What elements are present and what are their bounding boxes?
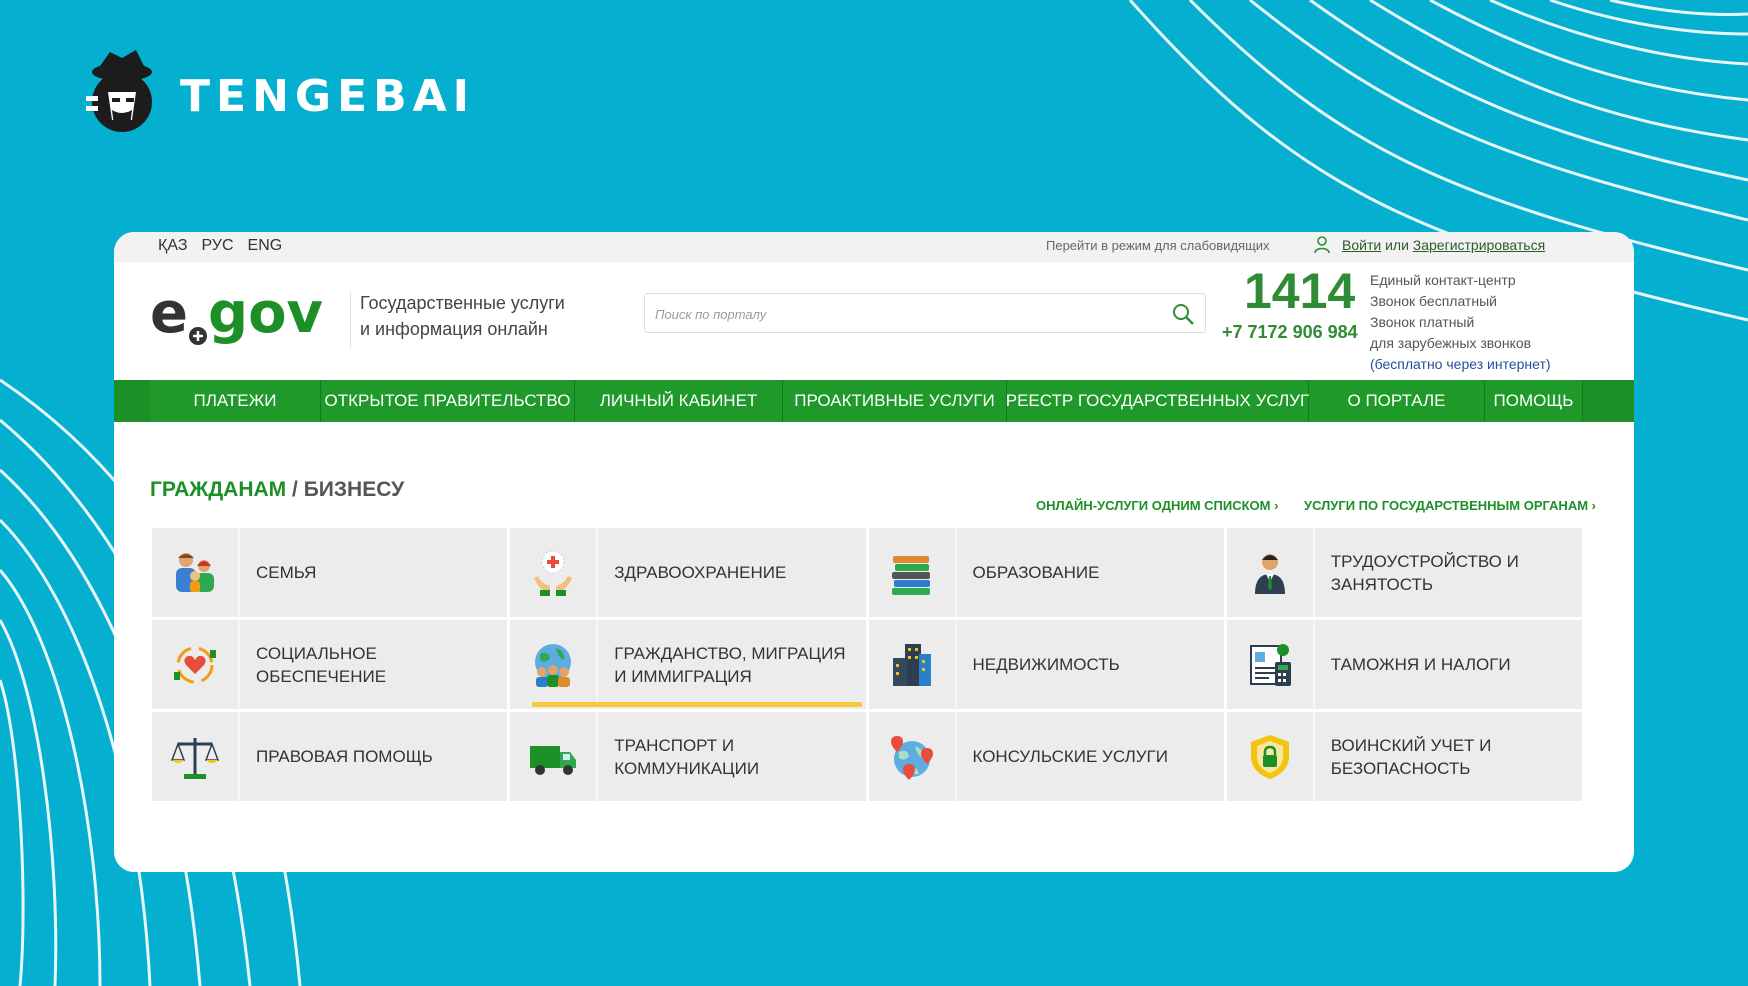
category-label: НЕДВИЖИМОСТЬ [972,655,1120,674]
healthcare-icon [534,550,573,596]
svg-text:gov: gov [208,281,323,346]
section-title: ГРАЖДАНАМ / БИЗНЕСУ [150,478,404,502]
category-citizenship-migration[interactable]: ГРАЖДАНСТВО, МИГРАЦИЯ И ИММИГРАЦИЯ [510,620,866,709]
nav-payments[interactable]: ПЛАТЕЖИ [150,380,321,422]
free-call-link[interactable]: (бесплатно через интернет) [1370,354,1551,375]
search-input[interactable] [655,302,1155,326]
scales-icon [170,737,220,779]
tengebai-brand: TENGEBAI [82,46,475,146]
tagline-line1: Государственные услуги [360,293,565,313]
truck-icon [530,745,577,775]
category-customs-taxes[interactable]: ТАМОЖНЯ И НАЛОГИ [1226,620,1582,709]
search-box [644,293,1206,333]
category-label: ТРУДОУСТРОЙСТВО И ЗАНЯТОСТЬ [1330,551,1519,594]
lang-kz[interactable]: ҚАЗ [158,237,187,255]
egov-logo[interactable]: e gov [150,280,350,350]
category-label: КОНСУЛЬСКИЕ УСЛУГИ [972,747,1168,766]
category-employment[interactable]: ТРУДОУСТРОЙСТВО И ЗАНЯТОСТЬ [1226,528,1582,617]
site-tagline: Государственные услуги и информация онла… [360,290,600,342]
svg-text:e: e [150,281,188,346]
egov-site-card: ҚАЗ РУС ENG Перейти в режим для слабовид… [114,232,1634,872]
category-label: СЕМЬЯ [256,563,317,582]
all-services-link[interactable]: ОНЛАЙН-УСЛУГИ ОДНИМ СПИСКОМ › [1036,498,1278,513]
tagline-line2: и информация онлайн [360,319,548,339]
top-utility-bar: ҚАЗ РУС ENG Перейти в режим для слабовид… [114,232,1634,262]
register-link[interactable]: Зарегистрироваться [1413,237,1545,253]
category-label: ТАМОЖНЯ И НАЛОГИ [1330,655,1511,674]
logo-divider [350,292,351,348]
category-label: ТРАНСПОРТ И КОММУНИКАЦИИ [614,735,760,778]
nav-open-government[interactable]: ОТКРЫТОЕ ПРАВИТЕЛЬСТВО [321,380,575,422]
category-label: ВОИНСКИЙ УЧЕТ И БЕЗОПАСНОСТЬ [1330,735,1492,778]
employee-icon [1254,553,1285,594]
pirate-mascot-icon [86,50,152,132]
category-legal-aid[interactable]: ПРАВОВАЯ ПОМОЩЬ [152,712,508,801]
user-icon [1314,236,1330,254]
auth-or-text: или [1385,237,1409,253]
tab-business[interactable]: БИЗНЕСУ [304,478,404,501]
search-icon[interactable] [1171,302,1195,326]
brand-name: TENGEBAI [180,70,476,122]
shield-lock-icon [1250,734,1289,779]
section-title-separator: / [286,478,304,501]
tab-citizens[interactable]: ГРАЖДАНАМ [150,478,286,501]
globe-pins-icon [890,735,933,780]
nav-personal-account[interactable]: ЛИЧНЫЙ КАБИНЕТ [575,380,783,422]
contact-line1: Единый контакт-центр [1370,272,1516,288]
category-real-estate[interactable]: НЕДВИЖИМОСТЬ [868,620,1224,709]
auth-links: Войти или Зарегистрироваться [1342,237,1545,253]
paid-phone-number: +7 7172 906 984 [1222,322,1358,342]
lang-ru[interactable]: РУС [201,237,233,255]
category-label: ЗДРАВООХРАНЕНИЕ [614,563,787,582]
category-social-security[interactable]: СОЦИАЛЬНОЕ ОБЕСПЕЧЕНИЕ [152,620,508,709]
nav-services-registry[interactable]: РЕЕСТР ГОСУДАРСТВЕННЫХ УСЛУГ [1006,380,1309,422]
lang-en[interactable]: ENG [248,237,283,255]
category-label: ОБРАЗОВАНИЕ [972,563,1100,582]
category-label: ПРАВОВАЯ ПОМОЩЬ [256,747,433,766]
hotline-number: 1414 [1244,263,1356,319]
category-label: ГРАЖДАНСТВО, МИГРАЦИЯ И ИММИГРАЦИЯ [614,643,846,686]
category-label: СОЦИАЛЬНОЕ ОБЕСПЕЧЕНИЕ [256,643,387,686]
category-consular[interactable]: КОНСУЛЬСКИЕ УСЛУГИ [868,712,1224,801]
social-heart-icon [174,646,216,683]
category-transport[interactable]: ТРАНСПОРТ И КОММУНИКАЦИИ [510,712,866,801]
contact-line2: Звонок бесплатный [1370,293,1497,309]
buildings-icon [892,643,931,686]
books-icon [891,555,930,595]
nav-about-portal[interactable]: О ПОРТАЛЕ [1309,380,1485,422]
tax-document-icon [1249,643,1291,686]
low-vision-mode-link[interactable]: Перейти в режим для слабовидящих [1046,238,1270,253]
login-link[interactable]: Войти [1342,237,1381,253]
category-military-security[interactable]: ВОИНСКИЙ УЧЕТ И БЕЗОПАСНОСТЬ [1226,712,1582,801]
language-switcher: ҚАЗ РУС ENG [158,237,282,255]
contact-info: Единый контакт-центр Звонок бесплатный З… [1370,270,1551,375]
services-by-agency-link[interactable]: УСЛУГИ ПО ГОСУДАРСТВЕННЫМ ОРГАНАМ › [1304,498,1596,513]
family-icon [176,552,214,592]
category-grid: СЕМЬЯ ЗДРАВООХРАНЕНИЕ ОБРАЗОВАНИЕ ТРУДОУ… [152,528,1582,801]
category-healthcare[interactable]: ЗДРАВООХРАНЕНИЕ [510,528,866,617]
site-header: e gov Государственные услуги и информаци… [114,262,1634,380]
category-family[interactable]: СЕМЬЯ [152,528,508,617]
main-nav-items: ПЛАТЕЖИ ОТКРЫТОЕ ПРАВИТЕЛЬСТВО ЛИЧНЫЙ КА… [150,380,1583,422]
contact-line4: для зарубежных звонков [1370,335,1532,351]
category-education[interactable]: ОБРАЗОВАНИЕ [868,528,1224,617]
contact-line3: Звонок платный [1370,314,1475,330]
globe-people-icon [535,643,572,687]
nav-help[interactable]: ПОМОЩЬ [1485,380,1583,422]
main-nav: ПЛАТЕЖИ ОТКРЫТОЕ ПРАВИТЕЛЬСТВО ЛИЧНЫЙ КА… [114,380,1634,422]
nav-proactive-services[interactable]: ПРОАКТИВНЫЕ УСЛУГИ [783,380,1007,422]
